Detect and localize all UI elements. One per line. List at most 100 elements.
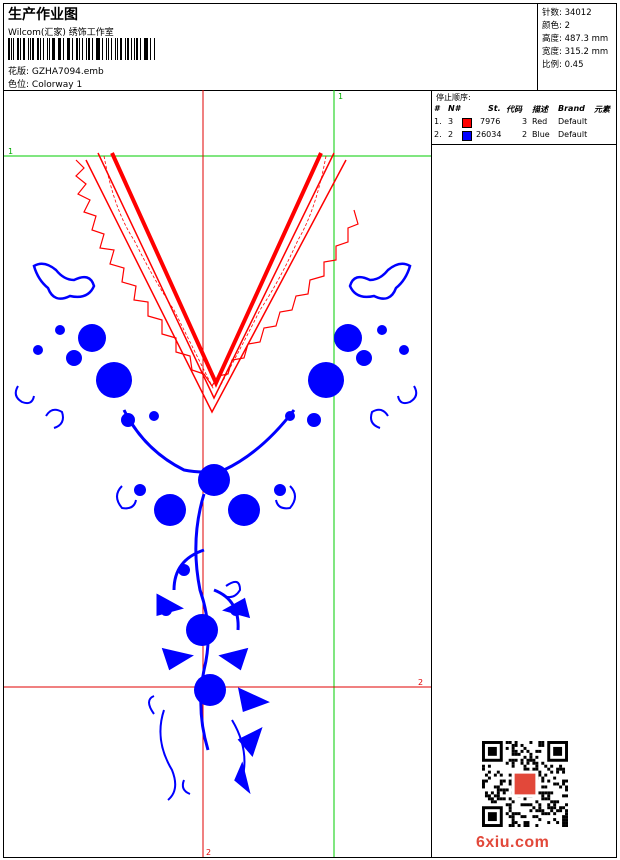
qr-module [562,794,566,798]
barcode-bar [117,38,118,60]
qr-module [544,791,548,795]
qr-module [538,749,542,753]
qr-module [526,803,530,807]
stat-colors: 颜色: 2 [542,21,570,31]
barcode-bar [66,38,68,60]
qr-module [487,770,491,774]
qr-module [553,803,557,807]
qr-module [553,806,557,810]
row-brand: Default [558,117,588,126]
qr-module [511,800,515,804]
barcode-bar [139,38,141,60]
barcode-bar [62,38,64,60]
qr-module [523,824,527,827]
qr-module [565,818,568,822]
qr-module [541,761,545,765]
col-element: 元素 [594,105,610,114]
qr-module [511,824,515,827]
qr-module [523,815,527,819]
qr-module [556,821,560,825]
qr-module [535,767,539,771]
qr-module [511,746,515,750]
barcode-bar [85,38,88,60]
qr-module [541,797,545,801]
qr-module [553,800,557,804]
barcode-bar [57,38,59,60]
qr-module [514,758,518,762]
qr-module [544,812,548,816]
barcode-bar [119,38,123,60]
colorway-value: Colorway 1 [31,80,83,90]
qr-module [565,794,568,798]
qr-module [482,779,485,783]
qr-module [523,764,527,768]
qr-module [493,794,497,798]
qr-module [541,791,545,795]
col-stitches: St. [488,104,501,113]
qr-module [553,776,557,780]
qr-module [565,821,568,825]
qr-module [508,809,512,813]
guide-label-green-left: 1 [8,147,13,156]
qr-module [514,749,518,753]
qr-module [517,752,521,756]
row-brand: Default [558,130,588,139]
qr-module [508,773,512,777]
qr-module [547,794,551,798]
qr-module [487,812,497,822]
barcode-bar [108,38,109,60]
qr-module [550,770,554,774]
design-value: GZHA7094.emb [31,67,104,77]
qr-module [556,800,560,804]
qr-code [482,741,568,827]
barcode-bar [91,38,93,60]
qr-module [559,809,563,813]
row-code: 2 [522,130,528,139]
qr-module [496,785,500,789]
qr-module [487,764,491,768]
qr-module [514,741,518,744]
embroidery-canvas: 1 1 2 2 [4,90,431,857]
qr-module [535,761,539,765]
qr-module [565,779,568,783]
qr-module [514,812,518,816]
barcode-bar [32,38,34,60]
qr-module [508,782,512,786]
barcode-bar [79,38,80,60]
qr-module [562,821,566,825]
qr-module [538,770,542,774]
guide-label-red-bottom: 2 [206,848,211,857]
qr-module [511,758,515,762]
barcode-bar [127,38,129,60]
production-sheet: 生产作业图 Wilcom(汇家) 绣饰工作室 花版: GZHA7094.emb … [3,3,617,858]
qr-module [517,812,521,816]
qr-module [529,752,533,756]
row-stitches: 7976 [480,117,501,126]
stats-box: 针数: 34012 颜色: 2 高度: 487.3 mm 宽度: 315.2 m… [537,4,617,90]
qr-module [541,741,545,744]
barcode-bar [88,38,90,60]
barcode-bar [136,38,138,60]
barcode-bar [143,38,145,60]
qr-module [529,809,533,813]
stat-stitches: 针数: 34012 [542,8,592,18]
qr-module [505,741,509,744]
qr-module [482,767,485,771]
qr-module [541,779,545,783]
qr-module [556,767,560,771]
qr-module [514,752,518,756]
qr-module [550,791,554,795]
barcode-bar [17,38,20,60]
col-brand: Brand [558,104,585,113]
qr-module [511,821,515,825]
barcode-bar [145,38,148,60]
barcode-bar [97,38,100,60]
qr-module [511,812,515,816]
qr-module [523,755,527,759]
qr-module [550,800,554,804]
qr-module [526,749,530,753]
qr-module [520,761,524,765]
legend-row: 2. 2 26034 2 Blue Default [434,130,616,141]
qr-module [487,797,491,801]
qr-module [538,791,542,795]
